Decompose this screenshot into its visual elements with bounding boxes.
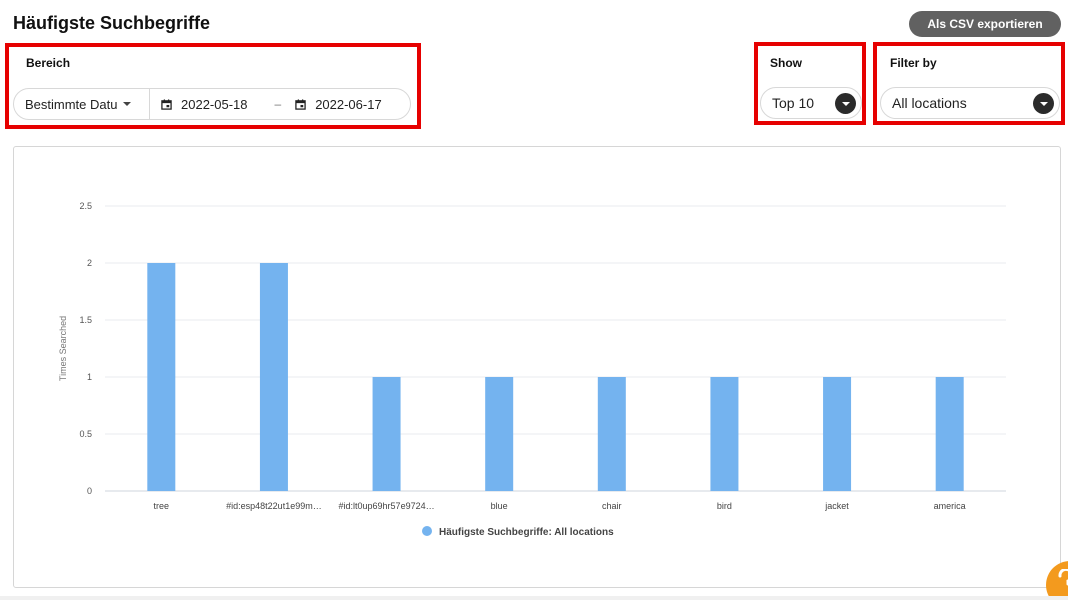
start-date-value: 2022-05-18 xyxy=(181,96,248,112)
y-tick-label: 1 xyxy=(87,372,92,382)
x-tick-label: #id:esp48t22ut1e99m… xyxy=(226,501,322,511)
bar xyxy=(372,377,401,491)
filter-label: Filter by xyxy=(890,56,937,70)
bar xyxy=(823,377,852,491)
caret-down-icon xyxy=(123,102,132,106)
bar-chart: 0 0.5 1 1.5 2 2.5 Times Searched tree #id:esp48t… xyxy=(58,201,1006,538)
end-date-value: 2022-06-17 xyxy=(315,96,382,112)
chevron-down-icon[interactable] xyxy=(835,93,856,114)
calendar-icon xyxy=(295,98,306,110)
y-tick-label: 1.5 xyxy=(79,315,92,325)
help-icon xyxy=(1058,569,1068,586)
bar xyxy=(935,377,964,491)
date-range-control: Bestimmte Datu 2022-05-18 – 2022-06-17 xyxy=(13,88,411,120)
x-tick-label: blue xyxy=(491,501,508,511)
filter-select[interactable]: All locations xyxy=(880,87,1060,119)
y-tick-label: 0.5 xyxy=(79,429,92,439)
legend-label: Häufigste Suchbegriffe: All locations xyxy=(439,527,614,538)
x-tick-label: bird xyxy=(717,501,732,511)
chevron-down-icon[interactable] xyxy=(1033,93,1054,114)
date-separator: – xyxy=(274,97,282,111)
range-label: Bereich xyxy=(26,56,71,70)
legend-marker xyxy=(422,526,432,536)
bar xyxy=(259,263,288,491)
y-tick-label: 2 xyxy=(87,258,92,268)
calendar-icon xyxy=(161,98,172,110)
end-date-field[interactable]: 2022-06-17 xyxy=(295,97,382,112)
export-csv-button[interactable]: Als CSV exportieren xyxy=(909,11,1061,37)
y-tick-label: 0 xyxy=(87,486,92,496)
bar xyxy=(147,263,176,491)
start-date-field[interactable]: 2022-05-18 xyxy=(161,97,248,112)
y-tick-label: 2.5 xyxy=(79,201,92,211)
range-mode-select[interactable]: Bestimmte Datu xyxy=(14,89,150,119)
show-value: Top 10 xyxy=(772,95,815,111)
filter-value: All locations xyxy=(892,95,967,111)
chart-card: 0 0.5 1 1.5 2 2.5 Times Searched tree #id:esp48t… xyxy=(13,146,1061,588)
y-axis-label: Times Searched xyxy=(58,316,68,381)
x-tick-label: tree xyxy=(154,501,170,511)
x-tick-label: #id:lt0up69hr57e9724… xyxy=(339,501,435,511)
x-tick-label: america xyxy=(934,501,966,511)
bar xyxy=(710,377,739,491)
bar xyxy=(597,377,626,491)
x-tick-label: chair xyxy=(602,501,622,511)
show-label: Show xyxy=(770,56,802,70)
range-mode-value: Bestimmte Datu xyxy=(25,96,118,112)
page-title: Häufigste Suchbegriffe xyxy=(13,13,211,33)
show-select[interactable]: Top 10 xyxy=(760,87,862,119)
bottom-strip xyxy=(0,596,1068,600)
x-tick-label: jacket xyxy=(824,501,849,511)
bar xyxy=(485,377,514,491)
